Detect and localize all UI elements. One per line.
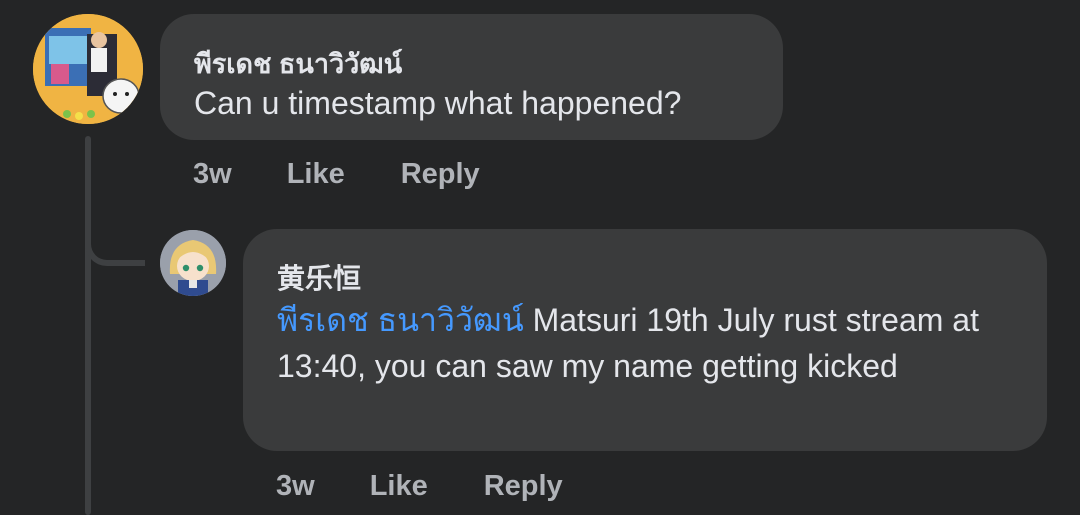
like-button[interactable]: Like [370, 470, 428, 503]
comment-thread: พีรเดช ธนาวิวัฒน์ Can u timestamp what h… [0, 0, 1080, 515]
comment-text: Can u timestamp what happened? [194, 85, 682, 121]
thread-line [85, 136, 91, 515]
comment-text: พีรเดช ธนาวิวัฒน์ Matsuri 19th July rust… [277, 297, 1017, 389]
thread-branch-line [85, 210, 145, 266]
reply-button[interactable]: Reply [484, 470, 563, 503]
comment-actions: 3w Like Reply [276, 470, 563, 503]
comment-author[interactable]: 黄乐恒 [277, 257, 361, 297]
comment-timestamp[interactable]: 3w [193, 158, 232, 191]
reply-button[interactable]: Reply [401, 158, 480, 191]
comment-author[interactable]: พีรเดช ธนาวิวัฒน์ [194, 42, 402, 85]
comment-timestamp[interactable]: 3w [276, 470, 315, 503]
avatar[interactable] [160, 230, 226, 296]
mention-link[interactable]: พีรเดช ธนาวิวัฒน์ [277, 302, 524, 338]
comment-bubble: พีรเดช ธนาวิวัฒน์ Can u timestamp what h… [160, 14, 783, 140]
reply-bubble: 黄乐恒 พีรเดช ธนาวิวัฒน์ Matsuri 19th July … [243, 229, 1047, 451]
comment-actions: 3w Like Reply [193, 158, 480, 191]
avatar[interactable] [33, 14, 143, 124]
like-button[interactable]: Like [287, 158, 345, 191]
